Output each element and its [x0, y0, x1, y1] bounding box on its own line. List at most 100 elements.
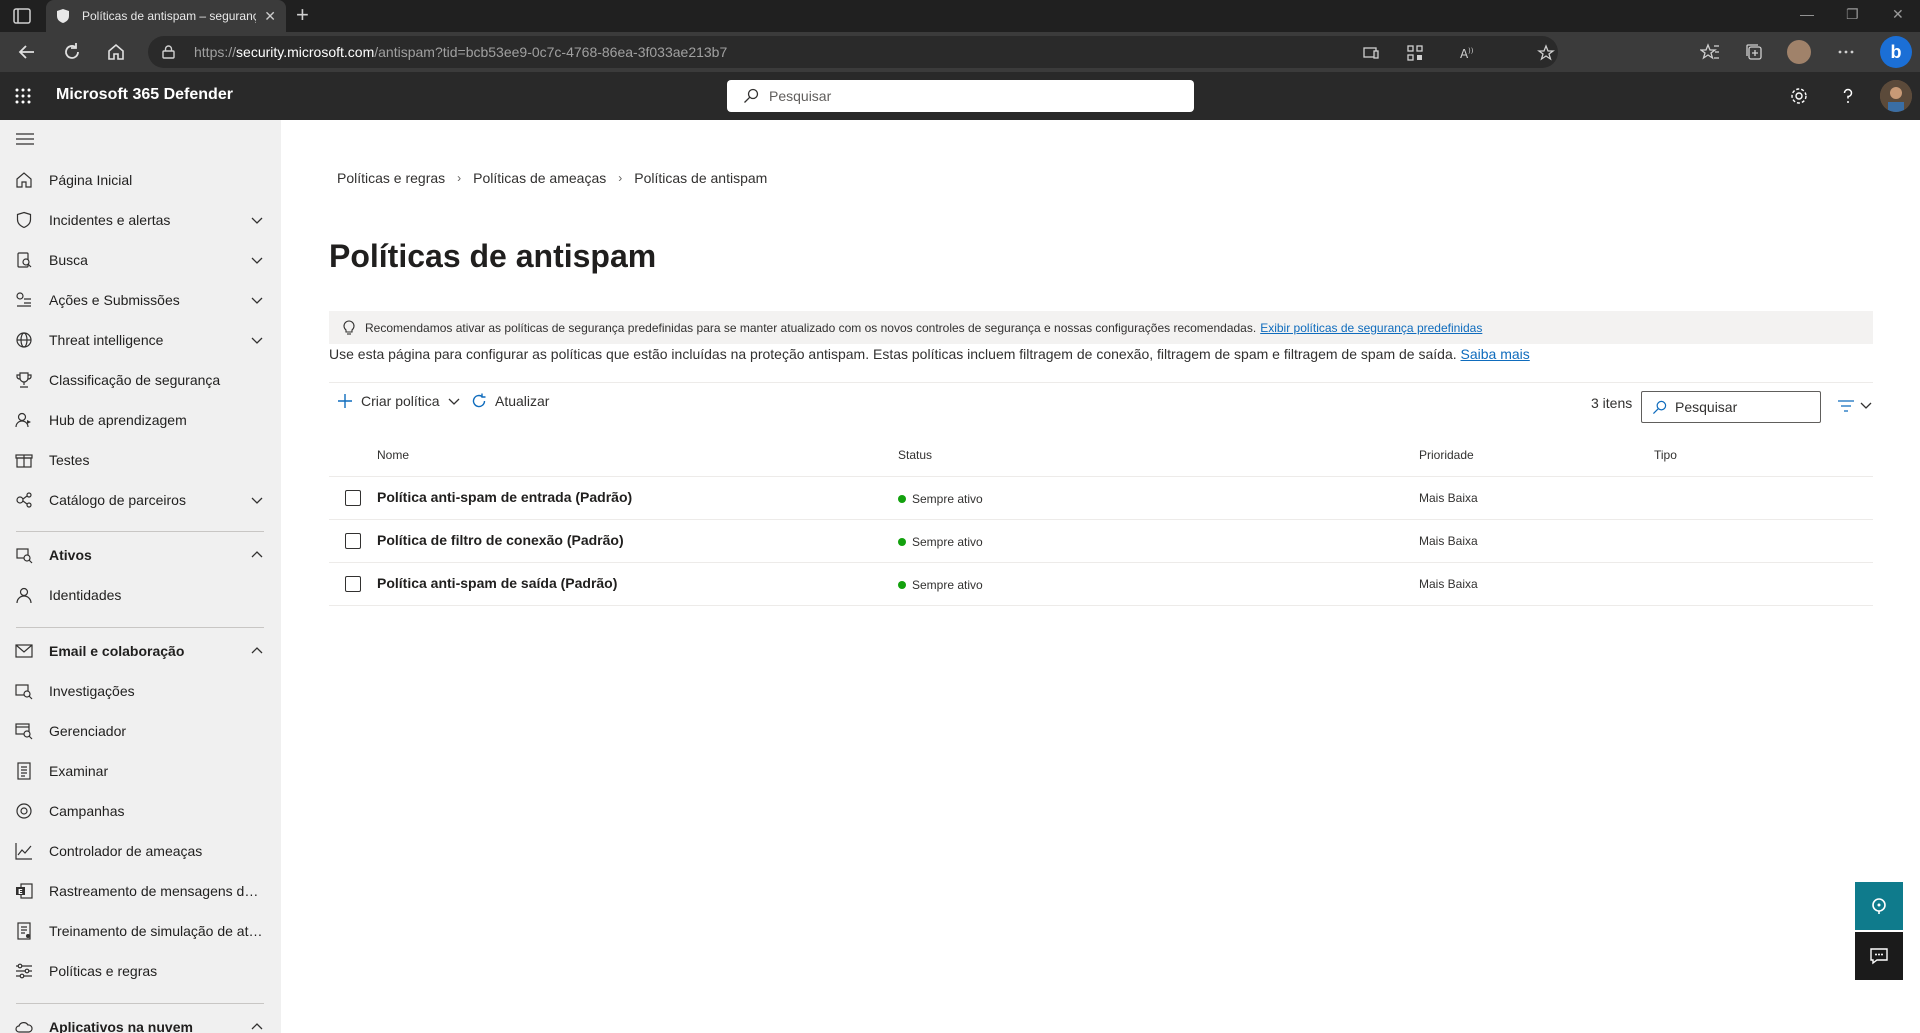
home-icon[interactable] [105, 41, 127, 63]
page-title: Políticas de antispam [329, 238, 657, 274]
sidebar-item-label: Catálogo de parceiros [49, 492, 186, 508]
close-tab-icon[interactable]: ✕ [264, 8, 276, 25]
sidebar-item-trials[interactable]: Testes [0, 440, 281, 480]
table-row[interactable]: Política anti-spam de saída (Padrão) Sem… [329, 563, 1873, 606]
collapse-menu-icon[interactable] [16, 132, 34, 146]
sidebar-item-secure-score[interactable]: Classificação de segurança [0, 360, 281, 400]
sidebar-item-attack-simulation[interactable]: Treinamento de simulação de ata... [0, 911, 281, 951]
help-icon[interactable] [1838, 86, 1858, 106]
sidebar-item-email-collaboration[interactable]: Email e colaboração [0, 631, 281, 671]
sidebar-divider [16, 1003, 264, 1004]
exchange-icon: E [16, 883, 33, 899]
actions-icon [16, 292, 31, 307]
sidebar-item-label: Ativos [49, 547, 92, 563]
feedback-chat-button[interactable] [1855, 932, 1903, 980]
filter-icon[interactable] [1837, 399, 1873, 413]
sidebar-item-threat-tracker[interactable]: Controlador de ameaças [0, 831, 281, 871]
browser-tab[interactable]: Políticas de antispam – segurança ✕ [46, 0, 286, 32]
chevron-down-icon [251, 337, 263, 344]
app-title[interactable]: Microsoft 365 Defender [56, 86, 233, 104]
profile-avatar[interactable] [1787, 40, 1811, 64]
column-header-type[interactable]: Tipo [1654, 448, 1677, 462]
sidebar-item-cloud-apps[interactable]: Aplicativos na nuvem [0, 1007, 281, 1033]
table-search-placeholder: Pesquisar [1675, 399, 1738, 415]
sidebar-item-explorer[interactable]: Gerenciador [0, 711, 281, 751]
back-icon[interactable] [16, 41, 38, 63]
refresh-button[interactable]: Atualizar [471, 393, 549, 409]
table-row[interactable]: Política anti-spam de entrada (Padrão) S… [329, 477, 1873, 520]
sidebar-item-threat-intelligence[interactable]: Threat intelligence [0, 320, 281, 360]
breadcrumb-link-policies-rules[interactable]: Políticas e regras [337, 170, 445, 186]
sidebar-item-home[interactable]: Página Inicial [0, 160, 281, 200]
column-header-name[interactable]: Nome [377, 448, 409, 462]
sidebar-item-investigations[interactable]: Investigações [0, 671, 281, 711]
sidebar-item-identities[interactable]: Identidades [0, 575, 281, 615]
breadcrumb-link-threat-policies[interactable]: Políticas de ameaças [473, 170, 606, 186]
status-cell: Sempre ativo [898, 535, 983, 549]
home-icon [16, 172, 32, 188]
sidebar-item-review[interactable]: Examinar [0, 751, 281, 791]
read-aloud-icon[interactable]: A)) [1458, 44, 1476, 62]
status-cell: Sempre ativo [898, 492, 983, 506]
global-search-input[interactable]: Pesquisar [727, 80, 1194, 112]
bing-copilot-icon[interactable]: b [1880, 36, 1912, 68]
banner-text: Recomendamos ativar as políticas de segu… [365, 320, 1257, 335]
command-bar: Criar política Atualizar 3 itens Pesquis… [329, 382, 1873, 423]
column-header-priority[interactable]: Prioridade [1419, 448, 1474, 462]
chevron-down-icon [448, 398, 460, 405]
table-search-input[interactable]: Pesquisar [1641, 391, 1821, 423]
lightbulb-icon [343, 319, 355, 335]
row-checkbox[interactable] [345, 490, 361, 506]
sidebar-item-partner-catalog[interactable]: Catálogo de parceiros [0, 480, 281, 520]
learn-more-link[interactable]: Saiba mais [1461, 346, 1530, 362]
url-text: https://security.microsoft.com/antispam?… [194, 44, 727, 60]
mail-icon [15, 644, 33, 658]
sidebar-item-policies-rules[interactable]: Políticas e regras [0, 951, 281, 991]
policy-name[interactable]: Política anti-spam de saída (Padrão) [377, 575, 617, 591]
sidebar-item-hunting[interactable]: Busca [0, 240, 281, 280]
globe-icon [16, 332, 32, 348]
lock-icon[interactable] [162, 45, 175, 59]
user-avatar[interactable] [1880, 80, 1912, 112]
sidebar-item-actions-submissions[interactable]: Ações e Submissões [0, 280, 281, 320]
column-header-status[interactable]: Status [898, 448, 932, 462]
qr-code-icon[interactable] [1406, 44, 1424, 62]
address-bar[interactable]: https://security.microsoft.com/antispam?… [148, 36, 1558, 68]
minimize-icon[interactable]: — [1800, 6, 1814, 22]
status-text: Sempre ativo [912, 492, 983, 506]
sidebar-item-incidents[interactable]: Incidentes e alertas [0, 200, 281, 240]
row-checkbox[interactable] [345, 533, 361, 549]
preset-policies-link[interactable]: Exibir políticas de segurança predefinid… [1260, 321, 1482, 335]
sidebar: Página Inicial Incidentes e alertas Busc… [0, 120, 281, 1033]
trophy-icon [16, 372, 32, 388]
hunting-icon [17, 252, 32, 268]
refresh-icon[interactable] [61, 41, 83, 63]
create-policy-button[interactable]: Criar política [337, 393, 460, 409]
app-available-icon[interactable] [1362, 44, 1380, 62]
app-launcher-icon[interactable] [14, 87, 32, 105]
favorites-icon[interactable] [1700, 42, 1720, 62]
sidebar-item-campaigns[interactable]: Campanhas [0, 791, 281, 831]
url-path: /antispam?tid=bcb53ee9-0c7c-4768-86ea-3f… [374, 44, 728, 60]
more-options-icon[interactable] [1836, 42, 1856, 62]
favorite-star-icon[interactable] [1537, 44, 1555, 62]
tab-actions-icon[interactable] [12, 7, 32, 25]
policy-name[interactable]: Política anti-spam de entrada (Padrão) [377, 489, 632, 505]
settings-gear-icon[interactable] [1789, 86, 1809, 106]
new-tab-icon[interactable]: + [296, 4, 309, 26]
row-checkbox[interactable] [345, 576, 361, 592]
help-assistant-button[interactable] [1855, 882, 1903, 930]
sidebar-item-label: Rastreamento de mensagens do ... [49, 883, 264, 899]
sidebar-item-assets[interactable]: Ativos [0, 535, 281, 575]
collections-icon[interactable] [1744, 42, 1764, 62]
url-host: security.microsoft.com [236, 44, 375, 60]
restore-icon[interactable]: ❐ [1846, 6, 1859, 23]
close-window-icon[interactable]: ✕ [1892, 6, 1904, 23]
sidebar-item-label: Controlador de ameaças [49, 843, 203, 859]
sidebar-item-message-trace[interactable]: E Rastreamento de mensagens do ... [0, 871, 281, 911]
sidebar-item-label: Página Inicial [49, 172, 133, 188]
table-row[interactable]: Política de filtro de conexão (Padrão) S… [329, 520, 1873, 563]
sidebar-item-learning-hub[interactable]: Hub de aprendizagem [0, 400, 281, 440]
priority-cell: Mais Baixa [1419, 534, 1478, 548]
policy-name[interactable]: Política de filtro de conexão (Padrão) [377, 532, 624, 548]
